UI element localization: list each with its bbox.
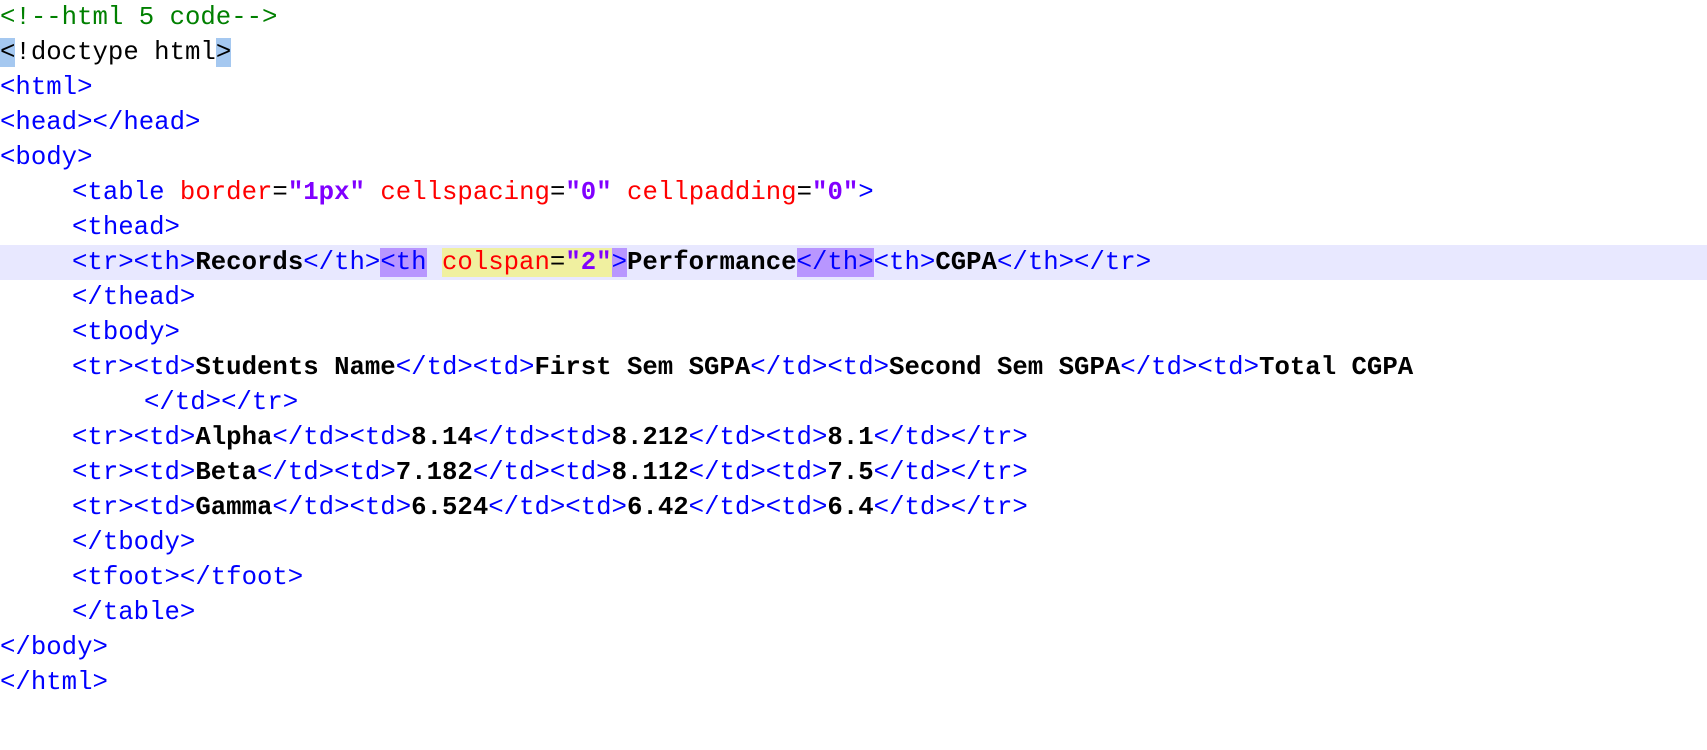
attr-cellpadding: cellpadding (627, 178, 797, 207)
html-comment: <!--html 5 code--> (0, 3, 278, 32)
cell-value: 6.524 (411, 493, 489, 522)
tr-td-tag: <tr><td> (72, 353, 196, 382)
td-tag: </td><td> (750, 353, 890, 382)
code-line-body-open: <body> (0, 140, 1707, 175)
head-tag: <head></head> (0, 108, 201, 137)
html-close-tag: </html> (0, 668, 108, 697)
attr-border: border (179, 178, 273, 207)
code-line-table-open: <table border="1px" cellspacing="0" cell… (0, 175, 1707, 210)
brace-highlight: < (0, 38, 16, 67)
equals: = (796, 178, 813, 207)
td-tag: </td><td> (688, 423, 828, 452)
td-tr-close-tag: </td></tr> (873, 423, 1028, 452)
cell-total-cgpa: Total CGPA (1259, 353, 1414, 382)
tbody-tag: <tbody> (72, 318, 180, 347)
td-tag: </td><td> (257, 458, 396, 487)
code-line-table-close: </table> (0, 595, 1707, 630)
equals: = (549, 178, 566, 207)
code-line-tbody-close: </tbody> (0, 525, 1707, 560)
code-line-row-alpha: <tr><td>Alpha</td><td>8.14</td><td>8.212… (0, 420, 1707, 455)
header-cgpa: CGPA (935, 248, 997, 277)
code-line-row-labels: <tr><td>Students Name</td><td>First Sem … (0, 350, 1707, 385)
code-line-html-close: </html> (0, 665, 1707, 700)
td-tag: </td><td> (688, 458, 828, 487)
cell-students-name: Students Name (195, 353, 396, 382)
attr-cellspacing: cellspacing (380, 178, 550, 207)
th-tag: <th> (873, 248, 936, 277)
td-tag: </td><td> (688, 493, 828, 522)
th-close-tag: </th> (303, 248, 381, 277)
quote: " (287, 178, 304, 207)
attr-colspan: colspan (441, 248, 550, 277)
attr-value-colspan: "2" (565, 248, 612, 277)
attr-value-cellpadding: "0" (812, 178, 859, 207)
td-tr-close-tag: </td></tr> (144, 388, 299, 417)
doctype-declaration: doctype html (30, 38, 216, 67)
td-tag: </td><td> (1120, 353, 1260, 382)
cell-value: 7.182 (395, 458, 473, 487)
code-line-tbody-open: <tbody> (0, 315, 1707, 350)
code-line-html-open: <html> (0, 70, 1707, 105)
code-line-comment: <!--html 5 code--> (0, 0, 1707, 35)
cell-value: 8.212 (611, 423, 689, 452)
cell-name: Alpha (195, 423, 273, 452)
header-performance: Performance (626, 248, 797, 277)
code-line-doctype: <!doctype html> (0, 35, 1707, 70)
equals: = (272, 178, 288, 207)
tr-td-tag: <tr><td> (72, 493, 196, 522)
th-tr-close-tag: </th></tr> (996, 248, 1152, 277)
quote: " (349, 178, 365, 207)
html-tag: <html> (0, 73, 93, 102)
td-tag: </td><td> (472, 458, 612, 487)
tag-close: > (858, 178, 874, 207)
tr-td-tag: <tr><td> (72, 458, 196, 487)
code-line-header-row-current: <tr><th>Records</th><th colspan="2">Perf… (0, 245, 1707, 280)
tr-th-tag: <tr><th> (72, 248, 196, 277)
tr-td-tag: <tr><td> (72, 423, 196, 452)
cell-name: Gamma (195, 493, 273, 522)
header-records: Records (195, 248, 304, 277)
tfoot-tag: <tfoot></tfoot> (72, 563, 304, 592)
cell-value: 8.112 (611, 458, 689, 487)
cell-value: 6.42 (626, 493, 689, 522)
cell-second-sem: Second Sem SGPA (889, 353, 1121, 382)
code-line-body-close: </body> (0, 630, 1707, 665)
cell-value: 8.1 (827, 423, 874, 452)
code-line-tfoot: <tfoot></tfoot> (0, 560, 1707, 595)
matched-th-gt: > (611, 248, 627, 277)
brace-highlight: > (215, 38, 232, 67)
tbody-close-tag: </tbody> (72, 528, 196, 557)
cell-first-sem: First Sem SGPA (534, 353, 751, 382)
cell-value: 6.4 (827, 493, 874, 522)
td-tag: </td><td> (272, 423, 412, 452)
td-tag: </td><td> (272, 493, 412, 522)
code-editor[interactable]: <!--html 5 code--> <!doctype html> <html… (0, 0, 1707, 750)
td-tag: </td><td> (395, 353, 535, 382)
code-line-thead-open: <thead> (0, 210, 1707, 245)
doctype-bang: ! (15, 38, 31, 67)
table-tag: <table (72, 178, 165, 207)
code-line-row-beta: <tr><td>Beta</td><td>7.182</td><td>8.112… (0, 455, 1707, 490)
attr-value-cellspacing: "0" (565, 178, 612, 207)
td-tag: </td><td> (488, 493, 627, 522)
thead-tag: <thead> (72, 213, 180, 242)
table-close-tag: </table> (72, 598, 196, 627)
matched-th-close: </th> (796, 248, 874, 277)
code-line-thead-close: </thead> (0, 280, 1707, 315)
cell-value: 7.5 (827, 458, 874, 487)
attr-value-border: 1px (303, 178, 350, 207)
code-line-wrapped: </td></tr> (0, 385, 1707, 420)
body-close-tag: </body> (0, 633, 108, 662)
td-tr-close-tag: </td></tr> (873, 493, 1028, 522)
td-tag: </td><td> (472, 423, 612, 452)
cell-value: 8.14 (411, 423, 473, 452)
code-line-row-gamma: <tr><td>Gamma</td><td>6.524</td><td>6.42… (0, 490, 1707, 525)
equals: = (549, 248, 566, 277)
body-tag: <body> (0, 143, 93, 172)
cell-name: Beta (195, 458, 257, 487)
code-line-head: <head></head> (0, 105, 1707, 140)
matched-th-open: <th (380, 248, 427, 277)
td-tr-close-tag: </td></tr> (873, 458, 1028, 487)
thead-close-tag: </thead> (72, 283, 196, 312)
